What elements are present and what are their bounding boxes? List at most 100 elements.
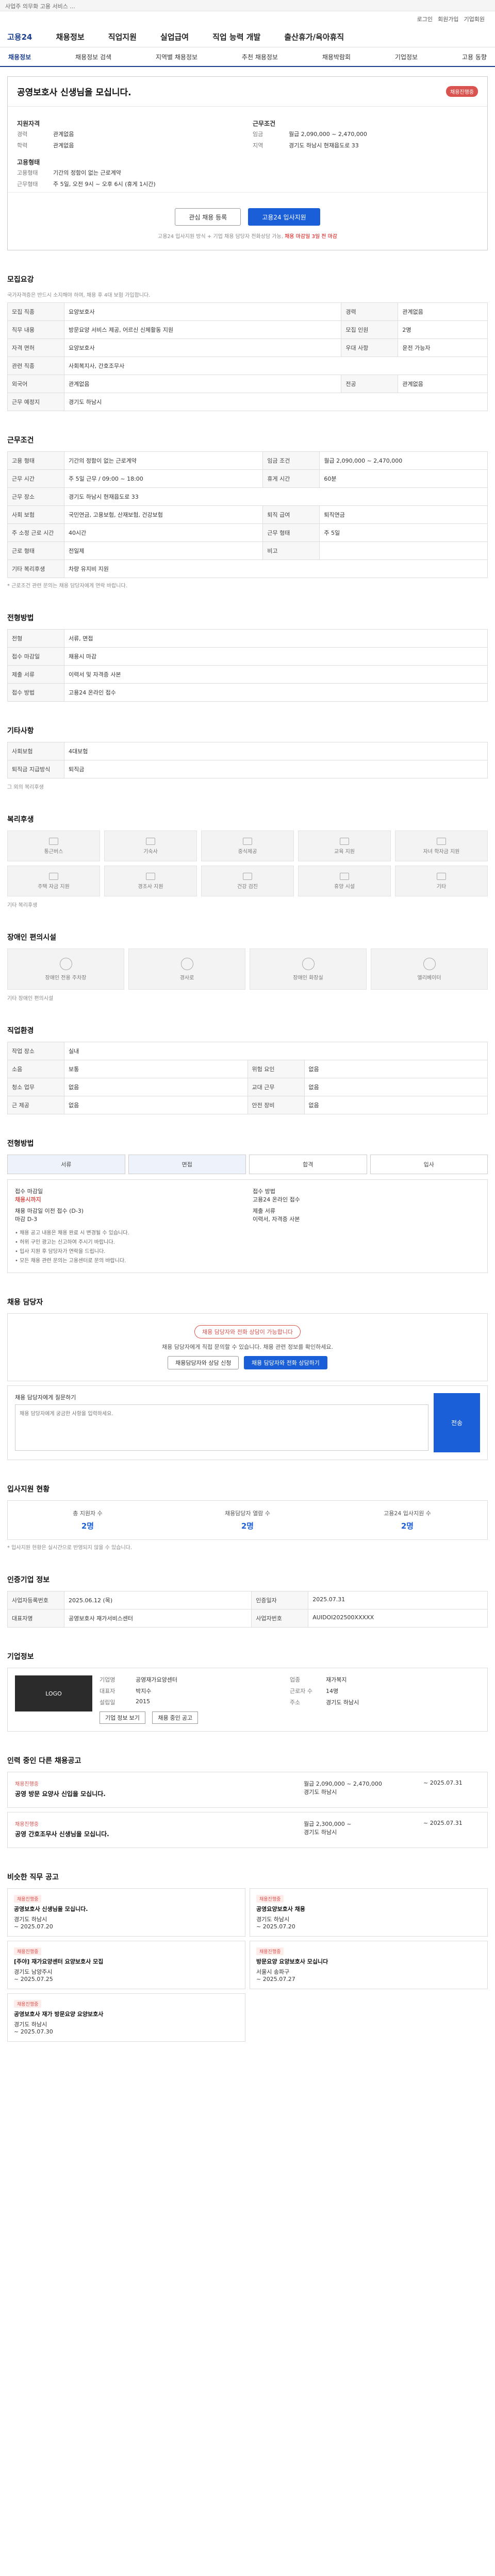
login-link[interactable]: 로그인 (417, 15, 433, 23)
stats-note: * 입사지원 현황은 실시간으로 반영되지 않을 수 있습니다. (7, 1545, 133, 1551)
work-row: 주 소정 근로 시간 40시간 근무 형태 주 5일 (7, 523, 488, 542)
job-deadline: ~ 2025.07.20 (14, 1923, 53, 1930)
documents-key: 제출 서류 (7, 665, 64, 684)
workplace-key: 위험 요인 (247, 1060, 305, 1078)
gnb-item-jobs[interactable]: 채용정보 (56, 31, 84, 42)
qualification-label: 지원자격 (17, 120, 40, 127)
benefit-note: 기타 복리후생 (7, 903, 38, 908)
job-deadline: ~ 2025.07.25 (14, 1976, 53, 1982)
similar-job-card[interactable]: 채용진행중 방문요양 요양보호사 모십니다 서울시 송파구 ~ 2025.07.27 (250, 1941, 488, 1989)
favorite-button[interactable]: 관심 채용 등록 (175, 208, 241, 226)
job-location: 경기도 하남시 (14, 2021, 47, 2028)
benefit-icon (49, 872, 58, 880)
company-key: 대표자 (100, 1688, 116, 1694)
step-interview: 면접 (128, 1155, 246, 1174)
work-key: 휴게 시간 (262, 469, 320, 488)
other-jobs-title: 인력 중인 다른 채용공고 (7, 1757, 81, 1765)
work-value: 월급 2,090,000 ~ 2,470,000 (319, 451, 488, 470)
job-deadline: ~ 2025.07.31 (423, 1820, 463, 1826)
process-pre-key: 채용 마감일 이전 접수 (D-3) (15, 1208, 84, 1214)
work-row: 근로 형태 전일제 비고 (7, 541, 488, 560)
process-bullet: 모든 채용 관련 문의는 고용센터로 문의 바랍니다. (15, 1256, 480, 1264)
subnav-item-trend[interactable]: 고용 동향 (462, 53, 487, 61)
apply-deadline-note: 채용 마감일 3일 전 마감 (285, 234, 337, 240)
benefit-item: 자녀 학자금 지원 (395, 831, 488, 861)
benefit-item: 중식제공 (201, 831, 294, 861)
recruit-value: 관계없음 (398, 302, 488, 321)
subnav-item-fair[interactable]: 채용박람회 (322, 53, 351, 61)
job-title[interactable]: 공영보호사 신생님을 모십니다. (14, 1905, 239, 1913)
subnav-item-jobs[interactable]: 채용정보 (8, 53, 31, 61)
work-value: 40시간 (63, 523, 263, 542)
subnav-item-company[interactable]: 기업정보 (395, 53, 418, 61)
consult-section-title: 채용 담당자 (7, 1298, 43, 1307)
extra-welfare-note: 그 외의 복리후생 (7, 785, 44, 790)
job-status: 채용진행중 (256, 1947, 284, 1955)
benefit-item: 교육 지원 (298, 831, 391, 861)
barrier-label: 장애인 화장실 (293, 975, 323, 981)
job-title[interactable]: 공영 간호조무사 신생님을 모십니다. (15, 1829, 298, 1838)
job-card[interactable]: 채용진행중 공영 간호조무사 신생님을 모십니다. 월급 2,300,000 ~ 경기… (7, 1812, 488, 1848)
job-title[interactable]: 공영요양보호사 채용 (256, 1905, 481, 1913)
cert-key: 사업자등록번호 (7, 1591, 64, 1609)
utility-links: 로그인 회원가입 기업회원 (0, 11, 495, 27)
job-title[interactable]: 방문요양 요양보호사 모십니다 (256, 1957, 481, 1965)
company-value: 2015 (136, 1698, 150, 1705)
subnav-item-search[interactable]: 채용정보 검색 (75, 53, 111, 61)
consult-apply-button[interactable]: 채용담당자와 상담 신청 (168, 1356, 239, 1369)
job-wage: 월급 2,300,000 ~ (304, 1821, 352, 1827)
step-pass: 합격 (249, 1155, 367, 1174)
similar-job-card[interactable]: 채용진행중 공영보호사 재가 방문요양 요양보호사 경기도 하남시 ~ 2025.07… (7, 1993, 245, 2042)
cert-key: 인증일자 (251, 1591, 309, 1609)
work-value: 차량 유지비 지원 (64, 560, 488, 578)
job-location: 경기도 하남시 (304, 1829, 337, 1836)
job-title[interactable]: [주야] 재가요양센터 요양보호사 모집 (14, 1957, 239, 1965)
step-join: 입사 (370, 1155, 488, 1174)
gnb-item-unemployment[interactable]: 실업급여 (160, 31, 189, 42)
work-key: 기타 복리후생 (7, 560, 64, 578)
site-logo[interactable]: 고용24 (7, 31, 32, 42)
recruit-row: 직무 내용 방문요양 서비스 제공, 어르신 신체활동 지원 모집 인원 2명 (7, 320, 488, 339)
job-title[interactable]: 공영 방문 요양사 신입을 모십니다. (15, 1789, 298, 1798)
subnav-item-region[interactable]: 지역별 채용정보 (156, 53, 197, 61)
company-jobs-button[interactable]: 채용 중인 공고 (152, 1711, 199, 1724)
corp-member-link[interactable]: 기업회원 (464, 15, 485, 23)
benefit-icon (437, 837, 446, 845)
company-key: 업종 (290, 1676, 301, 1683)
sub-nav: 채용정보 채용정보 검색 지역별 채용정보 추천 채용정보 채용박람회 기업정보… (0, 47, 495, 67)
job-title[interactable]: 공영보호사 재가 방문요양 요양보호사 (14, 2010, 239, 2018)
inquiry-input[interactable] (15, 1404, 428, 1451)
workplace-key: 소음 (7, 1060, 64, 1078)
stats-row: 총 지원자 수 2명 채용담당자 열람 수 2명 고용24 입사지원 수 2명 (7, 1500, 488, 1540)
signup-link[interactable]: 회원가입 (438, 15, 458, 23)
work-row: 기타 복리후생 차량 유지비 지원 (7, 560, 488, 578)
job-location: 경기도 하남시 (14, 1916, 47, 1923)
barrier-grid: 장애인 전용 주차장 경사로 장애인 화장실 엘리베이터 (7, 948, 488, 990)
conditions-label: 근무조건 (253, 120, 276, 127)
process-deadline-key: 접수 마감일 (15, 1188, 43, 1195)
insurance-value: 4대보험 (64, 742, 488, 760)
benefit-icon (243, 872, 252, 880)
work-value (319, 541, 488, 560)
benefit-item: 휴양 시설 (298, 866, 391, 896)
similar-job-card[interactable]: 채용진행중 [주야] 재가요양센터 요양보호사 모집 경기도 남양주시 ~ 2025.… (7, 1941, 245, 1989)
subnav-item-recommend[interactable]: 추천 채용정보 (242, 53, 278, 61)
workplace-row: 작업 장소 실내 (7, 1042, 488, 1060)
benefit-icon (340, 872, 349, 880)
stat-value: 2명 (81, 1521, 94, 1531)
consult-call-button[interactable]: 채용 담당자와 전화 상담하기 (243, 1356, 327, 1369)
job-card[interactable]: 채용진행중 공영 방문 요양사 신입을 모십니다. 월급 2,090,000 ~ 2… (7, 1772, 488, 1808)
company-info-button[interactable]: 기업 정보 보기 (100, 1711, 145, 1724)
education-key: 학력 (17, 142, 28, 149)
process-bullets: 채용 공고 내용은 채용 완료 시 변경될 수 있습니다. 허위 구인 광고는 … (15, 1228, 480, 1264)
apply-button[interactable]: 고용24 입사지원 (248, 208, 320, 226)
similar-job-card[interactable]: 채용진행중 공영요양보호사 채용 경기도 하남시 ~ 2025.07.20 (250, 1888, 488, 1937)
workplace-row: 청소 업무 없음 교대 근무 없음 (7, 1078, 488, 1096)
gnb-item-leave[interactable]: 출산휴가/육아휴직 (284, 31, 344, 42)
gnb-item-career[interactable]: 직업지원 (108, 31, 137, 42)
gnb-item-training[interactable]: 직업 능력 개발 (212, 31, 260, 42)
inquiry-send-button[interactable]: 전송 (434, 1393, 480, 1452)
similar-job-card[interactable]: 채용진행중 공영보호사 신생님을 모십니다. 경기도 하남시 ~ 2025.07.20 (7, 1888, 245, 1937)
benefit-label: 교육 지원 (334, 849, 355, 855)
company-key: 주소 (290, 1699, 301, 1706)
